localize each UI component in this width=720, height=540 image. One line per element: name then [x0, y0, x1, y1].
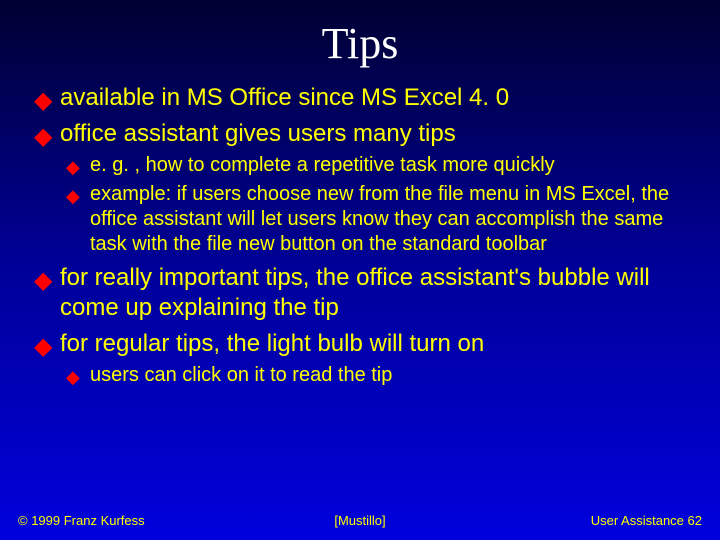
footer-page: User Assistance 62: [591, 513, 702, 528]
diamond-icon: ◆: [34, 86, 52, 116]
diamond-icon: ◆: [66, 156, 80, 179]
bullet-level1: ◆ office assistant gives users many tips: [30, 119, 690, 149]
bullet-level1: ◆ available in MS Office since MS Excel …: [30, 83, 690, 113]
bullet-text: example: if users choose new from the fi…: [90, 183, 669, 255]
bullet-level2: ◆ example: if users choose new from the …: [30, 182, 690, 257]
diamond-icon: ◆: [34, 122, 52, 152]
bullet-text: for regular tips, the light bulb will tu…: [60, 330, 484, 357]
bullet-text: users can click on it to read the tip: [90, 364, 392, 386]
bullet-level2: ◆ e. g. , how to complete a repetitive t…: [30, 153, 690, 178]
footer-page-number: 62: [688, 513, 702, 528]
bullet-text: for really important tips, the office as…: [60, 264, 650, 321]
footer-section: User Assistance: [591, 513, 684, 528]
bullet-level1: ◆ for really important tips, the office …: [30, 263, 690, 323]
diamond-icon: ◆: [34, 266, 52, 296]
bullet-level2: ◆ users can click on it to read the tip: [30, 363, 690, 388]
slide: Tips ◆ available in MS Office since MS E…: [0, 0, 720, 540]
bullet-level1: ◆ for regular tips, the light bulb will …: [30, 329, 690, 359]
slide-title: Tips: [0, 0, 720, 77]
slide-content: ◆ available in MS Office since MS Excel …: [0, 83, 720, 388]
bullet-text: office assistant gives users many tips: [60, 120, 456, 147]
bullet-text: e. g. , how to complete a repetitive tas…: [90, 154, 555, 176]
diamond-icon: ◆: [66, 185, 80, 208]
bullet-text: available in MS Office since MS Excel 4.…: [60, 84, 509, 111]
diamond-icon: ◆: [34, 332, 52, 362]
diamond-icon: ◆: [66, 366, 80, 389]
